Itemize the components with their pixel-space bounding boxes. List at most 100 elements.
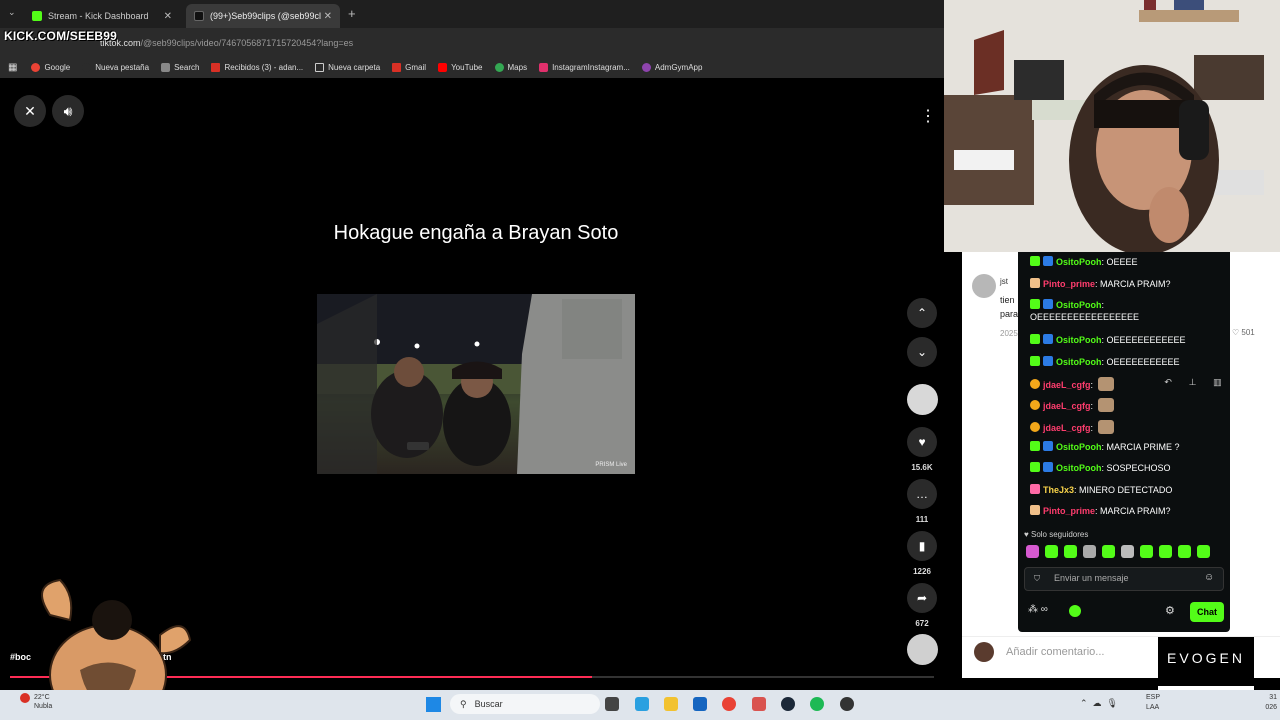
music-disc-avatar[interactable] bbox=[907, 634, 938, 665]
points-icon[interactable]: ⁂ ∞ bbox=[1028, 604, 1048, 615]
message-actions: ↶ ⊥ ▥ bbox=[1156, 373, 1230, 391]
bookmark-search[interactable]: Search bbox=[161, 62, 199, 72]
sub-badge-icon bbox=[1043, 462, 1053, 472]
weather-widget[interactable]: 22°C Nubla bbox=[34, 693, 52, 711]
language-indicator[interactable]: ESP LAA bbox=[1146, 693, 1160, 713]
tiktok-favicon-icon bbox=[194, 11, 204, 21]
bookmark-instagram[interactable]: InstagramInstagram... bbox=[539, 62, 630, 72]
emote-icon[interactable] bbox=[1064, 545, 1077, 558]
system-tray[interactable]: ⌃ ☁ 🎙︎ bbox=[1080, 698, 1118, 709]
chat-message[interactable]: OsitoPooh: MARCIA PRIME ? bbox=[1030, 441, 1226, 453]
task-view-icon[interactable] bbox=[605, 697, 619, 711]
creator-avatar[interactable] bbox=[907, 384, 938, 415]
chat-send-button[interactable]: Chat bbox=[1190, 602, 1224, 622]
emote-icon[interactable] bbox=[1083, 545, 1096, 558]
video-scene bbox=[317, 294, 635, 474]
gift-badge-icon bbox=[1030, 299, 1040, 309]
store-icon[interactable] bbox=[693, 697, 707, 711]
video-frame[interactable]: PRISM Live bbox=[317, 294, 635, 474]
bookmark-gmail[interactable]: Gmail bbox=[392, 62, 426, 72]
bookmark-admgymapp[interactable]: AdmGymApp bbox=[641, 62, 702, 72]
gift-badge-icon bbox=[1030, 441, 1040, 451]
app-icon[interactable] bbox=[752, 697, 766, 711]
vip-badge-icon bbox=[1030, 484, 1040, 494]
gift-badge-icon bbox=[1030, 356, 1040, 366]
close-button[interactable]: ✕ bbox=[14, 95, 46, 127]
steam-icon[interactable] bbox=[781, 697, 795, 711]
bookmark-folder[interactable]: Nueva carpeta bbox=[315, 62, 380, 72]
evogen-logo: EVOGEN bbox=[1158, 637, 1254, 679]
gift-badge-icon bbox=[1030, 462, 1040, 472]
obs-icon[interactable] bbox=[840, 697, 854, 711]
comment-bubble-icon: … bbox=[907, 479, 937, 509]
reply-icon[interactable]: ↶ bbox=[1164, 377, 1172, 388]
pin-icon[interactable]: ⊥ bbox=[1189, 377, 1197, 388]
tab-kick-dashboard[interactable]: Stream - Kick Dashboard ✕ bbox=[24, 4, 180, 28]
emote-icon[interactable] bbox=[1121, 545, 1134, 558]
sub-badge-icon bbox=[1043, 356, 1053, 366]
cat-emote-icon bbox=[1097, 420, 1114, 434]
tab-search-icon[interactable]: ⌄ bbox=[8, 7, 16, 18]
sub-badge-icon bbox=[1043, 334, 1053, 344]
bookmark-youtube[interactable]: YouTube bbox=[438, 62, 483, 72]
close-icon[interactable]: ✕ bbox=[324, 11, 332, 22]
streamer-webcam bbox=[944, 0, 1280, 252]
chat-message[interactable]: OsitoPooh: OEEEEEEEEEEEEEEEEE bbox=[1030, 299, 1226, 323]
speaker-icon: 🔊︎ bbox=[63, 102, 73, 119]
bookmark-inbox[interactable]: Recibidos (3) - adan... bbox=[211, 62, 303, 72]
share-action[interactable]: ➦ 672 bbox=[907, 583, 937, 628]
chat-message[interactable]: OsitoPooh: OEEEE bbox=[1030, 256, 1226, 268]
chrome-icon[interactable] bbox=[722, 697, 736, 711]
spotify-icon[interactable] bbox=[810, 697, 824, 711]
previous-video-button[interactable]: ⌃ bbox=[907, 298, 937, 328]
emote-icon[interactable] bbox=[1140, 545, 1153, 558]
apps-grid-icon[interactable]: ▦ bbox=[8, 62, 17, 73]
emote-icon[interactable] bbox=[1045, 545, 1058, 558]
bookmark-maps[interactable]: Maps bbox=[494, 62, 527, 72]
like-action[interactable]: ♥ 15.6K bbox=[907, 427, 937, 472]
bookmark-new-tab[interactable]: Nueva pestaña bbox=[82, 62, 149, 72]
emote-icon[interactable] bbox=[1159, 545, 1172, 558]
coin-badge-icon bbox=[1030, 422, 1040, 432]
save-action[interactable]: ▮ 1226 bbox=[907, 531, 937, 576]
kick-logo-icon[interactable] bbox=[1069, 605, 1081, 617]
url-field[interactable]: tiktok.com/@seb99clips/video/74670568717… bbox=[100, 35, 920, 51]
emote-icon[interactable] bbox=[1102, 545, 1115, 558]
comment-like-count[interactable]: ♡ 501 bbox=[1232, 328, 1255, 337]
emote-icon[interactable] bbox=[1178, 545, 1191, 558]
windows-start-icon[interactable] bbox=[426, 697, 441, 712]
chat-message[interactable]: Pinto_prime: MARCIA PRAIM? bbox=[1030, 505, 1226, 517]
chat-message[interactable]: jdaeL_cgfg: bbox=[1030, 420, 1226, 434]
comment-action[interactable]: … 111 bbox=[907, 479, 937, 524]
more-options-button[interactable]: ⋮ bbox=[912, 100, 944, 132]
commenter-avatar[interactable] bbox=[972, 274, 996, 298]
like-count: 15.6K bbox=[911, 463, 933, 472]
emote-icon[interactable] bbox=[1197, 545, 1210, 558]
chat-message[interactable]: OsitoPooh: SOSPECHOSO bbox=[1030, 462, 1226, 474]
chat-message[interactable]: TheJx3: MINERO DETECTADO bbox=[1030, 484, 1226, 496]
chat-message[interactable]: OsitoPooh: OEEEEEEEEEEEE bbox=[1030, 334, 1226, 346]
chat-message[interactable]: OsitoPooh: OEEEEEEEEEEE bbox=[1030, 356, 1226, 368]
emote-icon[interactable] bbox=[1026, 545, 1039, 558]
new-tab-button[interactable]: + bbox=[348, 6, 356, 21]
bookmark-icon: ▮ bbox=[907, 531, 937, 561]
bookmark-google[interactable]: Google bbox=[31, 62, 70, 72]
chat-message[interactable]: Pinto_prime: MARCIA PRAIM? bbox=[1030, 278, 1226, 290]
gear-icon[interactable]: ⚙ bbox=[1165, 604, 1175, 617]
webcam-scene bbox=[944, 0, 1280, 252]
commenter-name[interactable]: jst bbox=[1000, 277, 1008, 286]
trash-icon[interactable]: ▥ bbox=[1213, 377, 1222, 388]
tab-tiktok[interactable]: (99+)Seb99clips (@seb99cl ✕ bbox=[186, 4, 340, 28]
clock[interactable]: 31 026 bbox=[1255, 693, 1277, 713]
followers-only-notice: ♥ Solo seguidores bbox=[1024, 530, 1089, 539]
chat-message[interactable]: jdaeL_cgfg: bbox=[1030, 398, 1226, 412]
widgets-icon[interactable] bbox=[635, 697, 649, 711]
taskbar-search[interactable]: ⚲ Buscar bbox=[450, 694, 600, 714]
close-icon[interactable]: ✕ bbox=[164, 11, 172, 22]
comment-input[interactable]: Añadir comentario... bbox=[1006, 646, 1104, 658]
next-video-button[interactable]: ⌄ bbox=[907, 337, 937, 367]
file-explorer-icon[interactable] bbox=[664, 697, 678, 711]
emoji-picker-icon[interactable]: ☺ bbox=[1204, 572, 1214, 583]
shield-icon: ⛉ bbox=[1034, 574, 1040, 583]
volume-button[interactable]: 🔊︎ bbox=[52, 95, 84, 127]
